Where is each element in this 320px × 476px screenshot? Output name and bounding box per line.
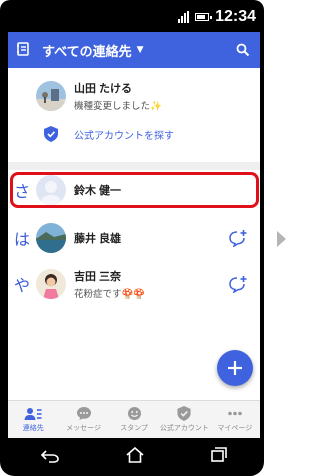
contact-row[interactable]: は 藤井 良雄 xyxy=(8,223,260,253)
start-chat-icon[interactable] xyxy=(228,229,248,248)
tab-label: メッセージ xyxy=(66,425,102,432)
contacts-icon xyxy=(24,407,42,420)
tab-messages[interactable]: メッセージ xyxy=(58,401,108,438)
phone-frame: 12:34 すべての連絡先 ▼ 山田 たける 機種変更しました✨ 公式アカウント… xyxy=(0,0,264,476)
back-icon[interactable] xyxy=(40,448,60,467)
contact-name: 山田 たける xyxy=(74,83,133,95)
system-nav-bar xyxy=(8,438,260,476)
message-icon xyxy=(76,407,91,420)
tab-contacts[interactable]: 連絡先 xyxy=(8,401,58,438)
status-time: 12:34 xyxy=(215,8,256,25)
app-bar: すべての連絡先 ▼ xyxy=(8,32,260,68)
mushroom-icon: 🍄🍄 xyxy=(121,289,146,300)
contact-text: 吉田 三奈 花粉症です🍄🍄 xyxy=(74,268,145,300)
search-icon[interactable] xyxy=(234,41,252,59)
tab-label: マイページ xyxy=(217,425,253,432)
contact-status: 花粉症です🍄🍄 xyxy=(74,286,145,300)
caret-down-icon[interactable]: ▼ xyxy=(137,45,144,55)
contact-row[interactable]: や 吉田 三奈 花粉症です🍄🍄 xyxy=(8,268,260,300)
tab-official-accounts[interactable]: 公式アカウント xyxy=(159,401,209,438)
contact-text: 山田 たける 機種変更しました✨ xyxy=(74,80,162,112)
bottom-tab-bar: 連絡先 メッセージ スタンプ 公式アカウント マイページ xyxy=(8,400,260,438)
contact-status: 機種変更しました✨ xyxy=(74,98,162,112)
start-chat-icon[interactable] xyxy=(228,275,248,294)
tab-label: 公式アカウント xyxy=(159,425,209,432)
highlight-box xyxy=(10,172,259,208)
tab-label: 連絡先 xyxy=(22,424,44,432)
home-icon[interactable] xyxy=(125,446,145,467)
index-letter: は xyxy=(13,232,30,249)
tab-label: スタンプ xyxy=(120,425,148,432)
contacts-book-icon xyxy=(16,41,30,60)
contact-row[interactable]: 山田 たける 機種変更しました✨ xyxy=(8,80,260,112)
app-screen: すべての連絡先 ▼ 山田 たける 機種変更しました✨ 公式アカウントを探す さ … xyxy=(8,32,260,438)
more-icon xyxy=(228,411,242,416)
battery-icon xyxy=(195,13,213,21)
status-bar: 12:34 xyxy=(8,4,260,30)
plus-icon xyxy=(228,361,242,375)
next-arrow-icon[interactable] xyxy=(277,231,286,247)
status-text: 花粉症です xyxy=(74,289,122,300)
shield-icon xyxy=(36,126,66,142)
contact-name: 吉田 三奈 xyxy=(74,271,122,283)
avatar xyxy=(36,81,66,111)
avatar xyxy=(36,223,66,253)
tab-stickers[interactable]: スタンプ xyxy=(109,401,159,438)
contact-name: 藤井 良雄 xyxy=(74,233,122,245)
find-official-accounts[interactable]: 公式アカウントを探す xyxy=(8,126,260,142)
status-text: 機種変更しました xyxy=(74,101,151,112)
sparkle-icon: ✨ xyxy=(150,101,162,112)
sticker-icon xyxy=(127,407,141,420)
signal-icon xyxy=(178,11,190,23)
contacts-filter-title[interactable]: すべての連絡先 xyxy=(42,41,132,60)
recent-apps-icon[interactable] xyxy=(210,447,228,467)
section-divider xyxy=(8,162,260,170)
tab-my-page[interactable]: マイページ xyxy=(210,401,260,438)
index-letter: や xyxy=(13,278,30,295)
find-official-accounts-label: 公式アカウントを探す xyxy=(74,130,174,142)
add-contact-button[interactable] xyxy=(217,350,253,386)
avatar xyxy=(36,269,66,299)
contact-text: 藤井 良雄 xyxy=(74,230,121,246)
official-account-icon xyxy=(177,406,191,421)
